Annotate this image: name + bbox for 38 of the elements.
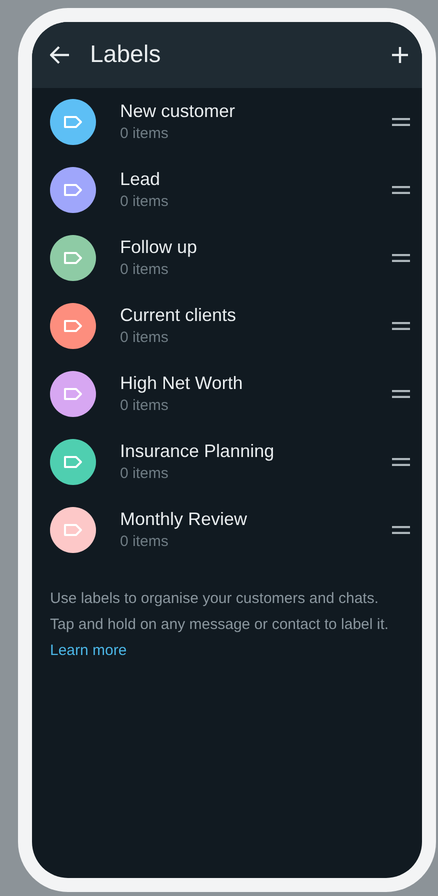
tag-icon: [63, 319, 83, 333]
label-name: Current clients: [120, 304, 238, 327]
drag-handle-icon[interactable]: [392, 118, 410, 126]
label-count: 0 items: [120, 532, 170, 552]
drag-handle-icon[interactable]: [392, 254, 410, 262]
label-row[interactable]: Monthly Review 0 items: [32, 496, 422, 564]
label-name: Follow up: [120, 236, 198, 259]
tag-icon: [63, 387, 83, 401]
label-count: 0 items: [120, 328, 170, 348]
tag-icon: [63, 115, 83, 129]
label-row[interactable]: High Net Worth 0 items: [32, 360, 422, 428]
label-count: 0 items: [120, 192, 170, 212]
label-count: 0 items: [120, 464, 170, 484]
label-name: Monthly Review: [120, 508, 248, 531]
tag-icon: [63, 523, 83, 537]
drag-handle-icon[interactable]: [392, 458, 410, 466]
screen-title: Labels: [90, 40, 162, 70]
drag-handle-icon[interactable]: [392, 186, 410, 194]
drag-handle-icon[interactable]: [392, 390, 410, 398]
label-name: New customer: [120, 100, 236, 123]
tag-icon: [63, 455, 83, 469]
label-row[interactable]: Lead 0 items: [32, 156, 422, 224]
label-row[interactable]: Follow up 0 items: [32, 224, 422, 292]
tag-icon: [63, 251, 83, 265]
label-name: High Net Worth: [120, 372, 244, 395]
drag-handle-icon[interactable]: [392, 526, 410, 534]
label-row[interactable]: Insurance Planning 0 items: [32, 428, 422, 496]
label-count: 0 items: [120, 124, 170, 144]
help-text: Use labels to organise your customers and chats. Tap and hold on any message or contact to label it. Learn more: [49, 589, 390, 661]
label-name: Lead: [120, 168, 162, 191]
tag-icon: [63, 183, 83, 197]
label-row[interactable]: New customer 0 items: [32, 88, 422, 156]
label-count: 0 items: [120, 260, 170, 280]
label-row[interactable]: Current clients 0 items: [32, 292, 422, 360]
learn-more-link[interactable]: Learn more: [50, 642, 127, 659]
label-count: 0 items: [120, 396, 170, 416]
drag-handle-icon[interactable]: [392, 322, 410, 330]
label-name: Insurance Planning: [120, 440, 276, 463]
